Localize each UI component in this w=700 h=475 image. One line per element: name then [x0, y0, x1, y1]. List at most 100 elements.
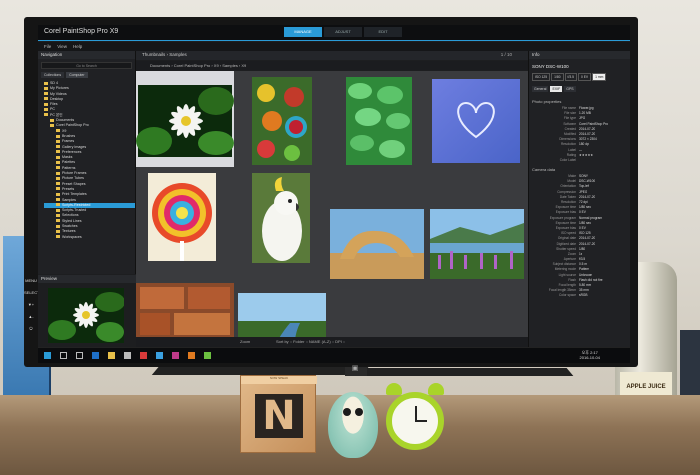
file-explorer-icon[interactable]	[108, 352, 115, 359]
tree-item-label: Swatches	[62, 224, 78, 229]
folder-icon	[56, 208, 60, 212]
folder-icon	[56, 198, 60, 202]
tree-item-label: Desktop	[50, 96, 64, 101]
folder-icon	[56, 166, 60, 170]
paintshop-icon[interactable]	[172, 352, 179, 359]
thumbnail-flower[interactable]	[136, 71, 234, 167]
tree-item-label: Print Templates	[62, 192, 87, 197]
tab-collections[interactable]: Collections	[41, 72, 65, 78]
tree-item-label: Picture Tubes	[62, 176, 84, 181]
monitor-screen: Corel PaintShop Pro X9 MANAGE ADJUST EDI…	[38, 25, 630, 363]
folder-icon	[44, 108, 48, 112]
tree-item-label: Workspaces	[62, 234, 82, 239]
thumbnail-lollipop[interactable]	[148, 173, 216, 261]
breadcrumb-samples[interactable]: Samples	[169, 52, 187, 57]
folder-icon	[56, 192, 60, 196]
tree-item-label: My Pictures	[50, 86, 69, 91]
breadcrumb-thumbnails[interactable]: Thumbnails	[142, 52, 165, 57]
tab-gps[interactable]: GPS	[564, 86, 576, 92]
info-panel: Info SONY DSC-W100 ISO 125 1/80 f/3.5 0 …	[528, 51, 630, 347]
folder-icon	[56, 150, 60, 154]
app-icon-2[interactable]	[156, 352, 163, 359]
item-count: 1 / 10	[500, 52, 512, 57]
tab-general[interactable]: General	[532, 86, 549, 92]
osd-down-button[interactable]: ▼+	[24, 299, 38, 311]
tree-item-label: Picture Frames	[62, 171, 87, 176]
tree-item-label: Samples	[62, 197, 76, 202]
camera-data-heading: Camera data	[532, 167, 556, 173]
status-bar: Zoom Sort by :: Folder :: NAME (A-Z) :: …	[136, 337, 528, 347]
folder-icon	[56, 224, 60, 228]
menu-file[interactable]: File	[44, 42, 51, 51]
taskbar-clock[interactable]: 오후 2:17 2016-10-04	[580, 350, 600, 360]
info-key: Color Label	[559, 157, 576, 162]
osd-select-button[interactable]: SELECT	[24, 287, 40, 299]
camera-data: Make SONY Model DSC-W100 Orientation Top-left…	[529, 174, 630, 299]
folder-icon	[56, 134, 60, 138]
tree-item-label: Preset Shapes	[62, 181, 86, 186]
tree-item-label: Scripts-Trusted	[62, 208, 87, 213]
folder-icon	[56, 229, 60, 233]
menu-help[interactable]: Help	[73, 42, 82, 51]
folder-tree: SD 4 My Pictures My Videos Desktop Files PC PC…	[38, 78, 135, 240]
tree-item-label: Brushes	[62, 133, 76, 138]
folder-icon	[44, 97, 48, 101]
thumbnail-bricks[interactable]	[136, 283, 234, 337]
clock-date: 2016-10-04	[579, 355, 600, 360]
exposure-badges: ISO 125 1/80 f/3.5 0 EV 1 mm	[529, 71, 630, 83]
app-icon-4[interactable]	[204, 352, 211, 359]
monitor-stand-right	[356, 368, 574, 376]
tab-computer[interactable]: Computer	[66, 72, 88, 78]
tree-item-label: Patterns	[62, 165, 76, 170]
tree-item-label: SD 4	[50, 81, 58, 85]
task-view-icon[interactable]	[76, 352, 83, 359]
folder-icon	[56, 213, 60, 217]
osd-power-button[interactable]: ⏻	[24, 323, 38, 335]
folder-icon	[44, 86, 48, 90]
search-icon[interactable]	[60, 352, 67, 359]
thumbnail-lake-flowers[interactable]	[430, 209, 524, 279]
edge-icon[interactable]	[92, 352, 99, 359]
thumbnail-rock-arch[interactable]	[330, 209, 424, 279]
breadcrumb: Thumbnails › Samples 1 / 10	[136, 51, 528, 60]
sort-status[interactable]: Sort by :: Folder :: NAME (A-Z) :: DPI :…	[276, 339, 345, 344]
tree-item[interactable]: Workspaces	[44, 235, 135, 240]
tree-item-label: Textures	[62, 229, 76, 234]
thumbnail-heart[interactable]	[432, 79, 520, 163]
folder-icon	[56, 145, 60, 149]
folder-icon	[56, 187, 60, 191]
title-bar: Corel PaintShop Pro X9 MANAGE ADJUST EDI…	[38, 25, 630, 41]
tab-manage[interactable]: MANAGE	[284, 27, 322, 37]
thumbnail-grid	[136, 71, 528, 359]
path-bar: Documents › Corel PaintShop Pro › X9 › S…	[136, 61, 528, 70]
thumbnail-cockatoo[interactable]	[252, 173, 310, 263]
camera-model: SONY DSC-W100	[532, 64, 569, 69]
folder-icon	[50, 118, 54, 122]
navigation-search[interactable]: Go to Search	[41, 62, 132, 69]
app-icon-3[interactable]	[188, 352, 195, 359]
navigation-panel: Navigation Go to Search Collections Comp…	[38, 51, 136, 274]
penguin-figurine	[328, 392, 378, 458]
tab-adjust[interactable]: ADJUST	[324, 27, 362, 37]
clock-bell-left	[386, 383, 402, 395]
osd-menu-button[interactable]: MENU	[24, 275, 38, 287]
start-icon[interactable]	[44, 352, 51, 359]
path-text: Documents › Corel PaintShop Pro › X9 › S…	[150, 63, 247, 68]
menu-view[interactable]: View	[57, 42, 67, 51]
tree-item-label: My Videos	[50, 91, 67, 96]
osd-up-button[interactable]: ▲-	[24, 311, 38, 323]
folder-icon	[44, 81, 48, 85]
store-icon[interactable]	[124, 352, 131, 359]
tree-item-label: Presets	[62, 186, 75, 191]
preview-header: Preview	[38, 275, 136, 283]
focal-badge: 1 mm	[592, 73, 607, 81]
folder-icon	[56, 161, 60, 164]
info-header: Info	[529, 51, 630, 59]
folder-icon	[56, 171, 60, 175]
thumbnail-leaves[interactable]	[346, 77, 412, 165]
tab-edit[interactable]: EDIT	[364, 27, 402, 37]
thumbnail-fruits[interactable]	[252, 77, 312, 165]
app-icon-1[interactable]	[140, 352, 147, 359]
tab-exif[interactable]: EXIF	[550, 86, 563, 92]
folder-icon	[56, 129, 60, 133]
